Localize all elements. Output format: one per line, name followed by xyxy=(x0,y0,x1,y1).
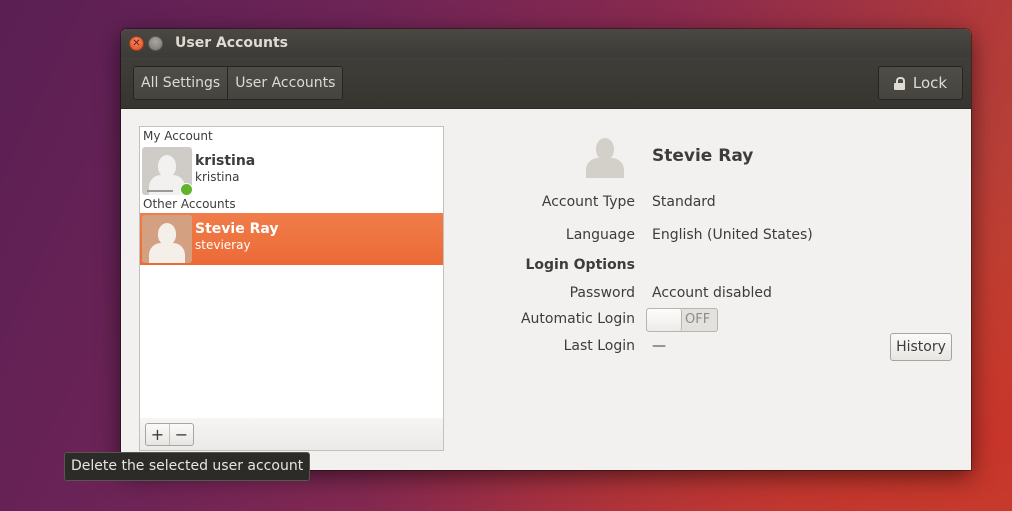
account-username: stevieray xyxy=(195,238,251,252)
history-button[interactable]: History xyxy=(890,333,952,361)
login-options-heading: Login Options xyxy=(525,257,635,273)
last-login-label: Last Login xyxy=(563,338,635,354)
lock-button[interactable]: Lock xyxy=(878,66,963,100)
breadcrumb-all-settings[interactable]: All Settings xyxy=(134,67,228,99)
remove-user-tooltip: Delete the selected user account xyxy=(64,452,311,481)
close-window-button[interactable]: ✕ xyxy=(129,36,144,51)
account-name: Stevie Ray xyxy=(195,221,279,237)
automatic-login-label: Automatic Login xyxy=(520,311,635,327)
account-username: kristina xyxy=(195,170,240,184)
password-label: Password xyxy=(569,285,635,301)
header-toolbar: All Settings User Accounts Lock xyxy=(121,57,971,109)
last-login-value: — xyxy=(652,338,666,354)
switch-knob xyxy=(647,309,682,331)
minimize-window-button[interactable] xyxy=(148,36,163,51)
accounts-list: My Account kristina kristina Other Accou… xyxy=(139,126,444,451)
account-type-label: Account Type xyxy=(541,194,635,210)
add-user-button[interactable]: + xyxy=(146,424,169,445)
remove-user-button[interactable]: − xyxy=(169,424,193,445)
window-title: User Accounts xyxy=(175,35,288,51)
online-status-icon xyxy=(180,183,192,195)
password-value[interactable]: Account disabled xyxy=(652,285,772,301)
account-row-stevie-ray[interactable]: Stevie Ray stevieray xyxy=(140,213,443,265)
language-label: Language xyxy=(565,227,635,243)
lock-icon xyxy=(893,76,905,90)
avatar xyxy=(142,147,192,195)
switch-state: OFF xyxy=(685,312,711,327)
other-accounts-label: Other Accounts xyxy=(143,197,236,211)
add-remove-buttons: + − xyxy=(145,423,194,446)
lock-label: Lock xyxy=(912,74,948,92)
language-value[interactable]: English (United States) xyxy=(652,227,813,243)
breadcrumb-user-accounts[interactable]: User Accounts xyxy=(227,67,343,99)
title-bar: ✕ User Accounts xyxy=(121,29,971,57)
avatar xyxy=(142,215,192,263)
user-avatar-icon[interactable] xyxy=(583,134,627,178)
account-type-value[interactable]: Standard xyxy=(652,194,716,210)
account-row-kristina[interactable]: kristina kristina xyxy=(140,145,443,197)
automatic-login-switch[interactable]: OFF xyxy=(646,308,718,332)
accounts-list-toolbar: + − xyxy=(139,418,444,451)
account-name: kristina xyxy=(195,153,256,169)
breadcrumb: All Settings User Accounts xyxy=(133,66,344,100)
my-account-label: My Account xyxy=(143,129,213,143)
full-name[interactable]: Stevie Ray xyxy=(652,146,753,166)
